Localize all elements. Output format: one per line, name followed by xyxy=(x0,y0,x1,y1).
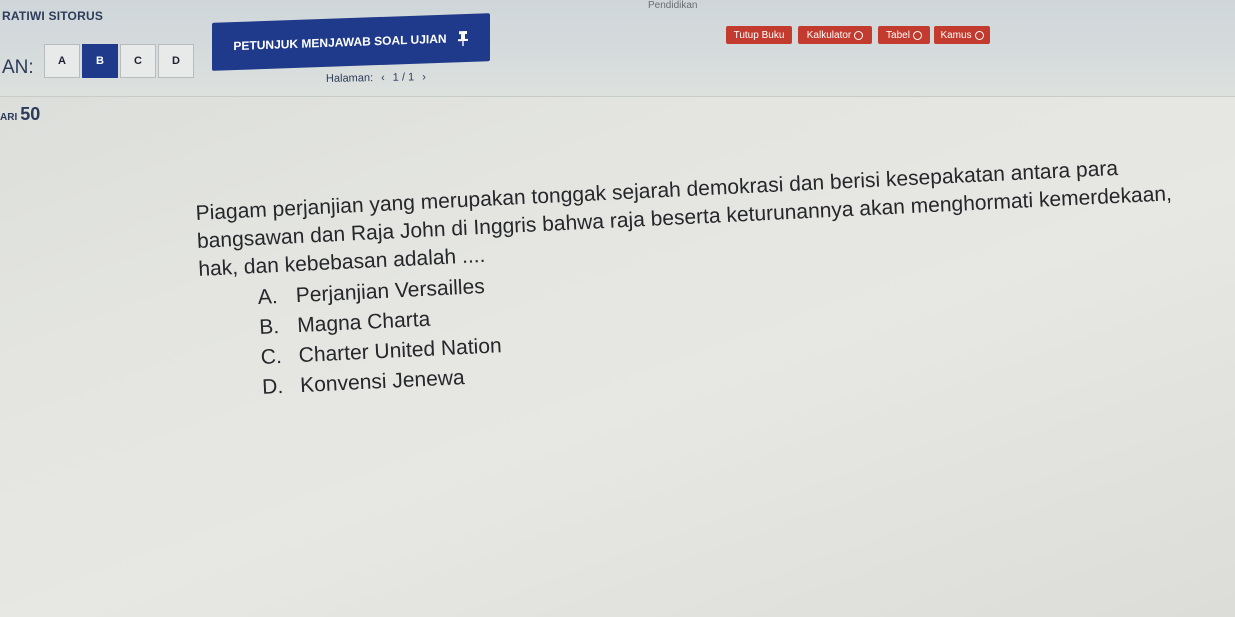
question-number: ARI 50 xyxy=(0,104,40,125)
option-letter: A. xyxy=(257,285,279,310)
current-page: 1 / 1 xyxy=(392,71,415,84)
close-book-label: Tutup Buku xyxy=(733,29,785,41)
question-number-prefix: ARI xyxy=(0,112,18,123)
close-book-button[interactable]: Tutup Buku xyxy=(726,26,792,44)
option-letter: D. xyxy=(261,374,284,399)
table-label: Tabel xyxy=(886,29,910,41)
calculator-help-icon xyxy=(854,30,864,40)
pin-icon xyxy=(457,30,468,47)
exam-header: RATIWI SITORUS Pendidikan AN: A B C D PE… xyxy=(0,0,1235,97)
dictionary-help-icon xyxy=(974,30,984,40)
table-button[interactable]: Tabel xyxy=(878,26,930,44)
font-size-b-button[interactable]: B xyxy=(82,44,118,78)
prev-page-button[interactable]: ‹ xyxy=(381,72,385,84)
question-block: Piagam perjanjian yang merupakan tonggak… xyxy=(195,151,1204,406)
next-page-button[interactable]: › xyxy=(422,71,426,83)
pagination: Halaman: ‹ 1 / 1 › xyxy=(326,71,426,85)
calculator-label: Kalkulator xyxy=(806,29,852,41)
table-help-icon xyxy=(912,30,922,40)
font-size-d-button[interactable]: D xyxy=(158,44,194,78)
page-label: Halaman: xyxy=(325,72,374,85)
font-size-a-button[interactable]: A xyxy=(44,44,80,78)
guide-label: PETUNJUK MENJAWAB SOAL UJIAN xyxy=(233,31,447,54)
top-right-text: Pendidikan xyxy=(648,0,698,11)
dictionary-label: Kamus xyxy=(940,29,972,41)
option-letter: B. xyxy=(258,315,280,339)
exam-guide-button[interactable]: PETUNJUK MENJAWAB SOAL UJIAN xyxy=(212,13,490,71)
font-size-label: AN: xyxy=(2,57,34,78)
student-name: RATIWI SITORUS xyxy=(2,9,104,23)
font-size-c-button[interactable]: C xyxy=(120,44,156,78)
dictionary-button[interactable]: Kamus xyxy=(934,26,990,44)
question-number-value: 50 xyxy=(20,104,41,124)
calculator-button[interactable]: Kalkulator xyxy=(798,26,872,44)
option-letter: C. xyxy=(260,344,283,369)
